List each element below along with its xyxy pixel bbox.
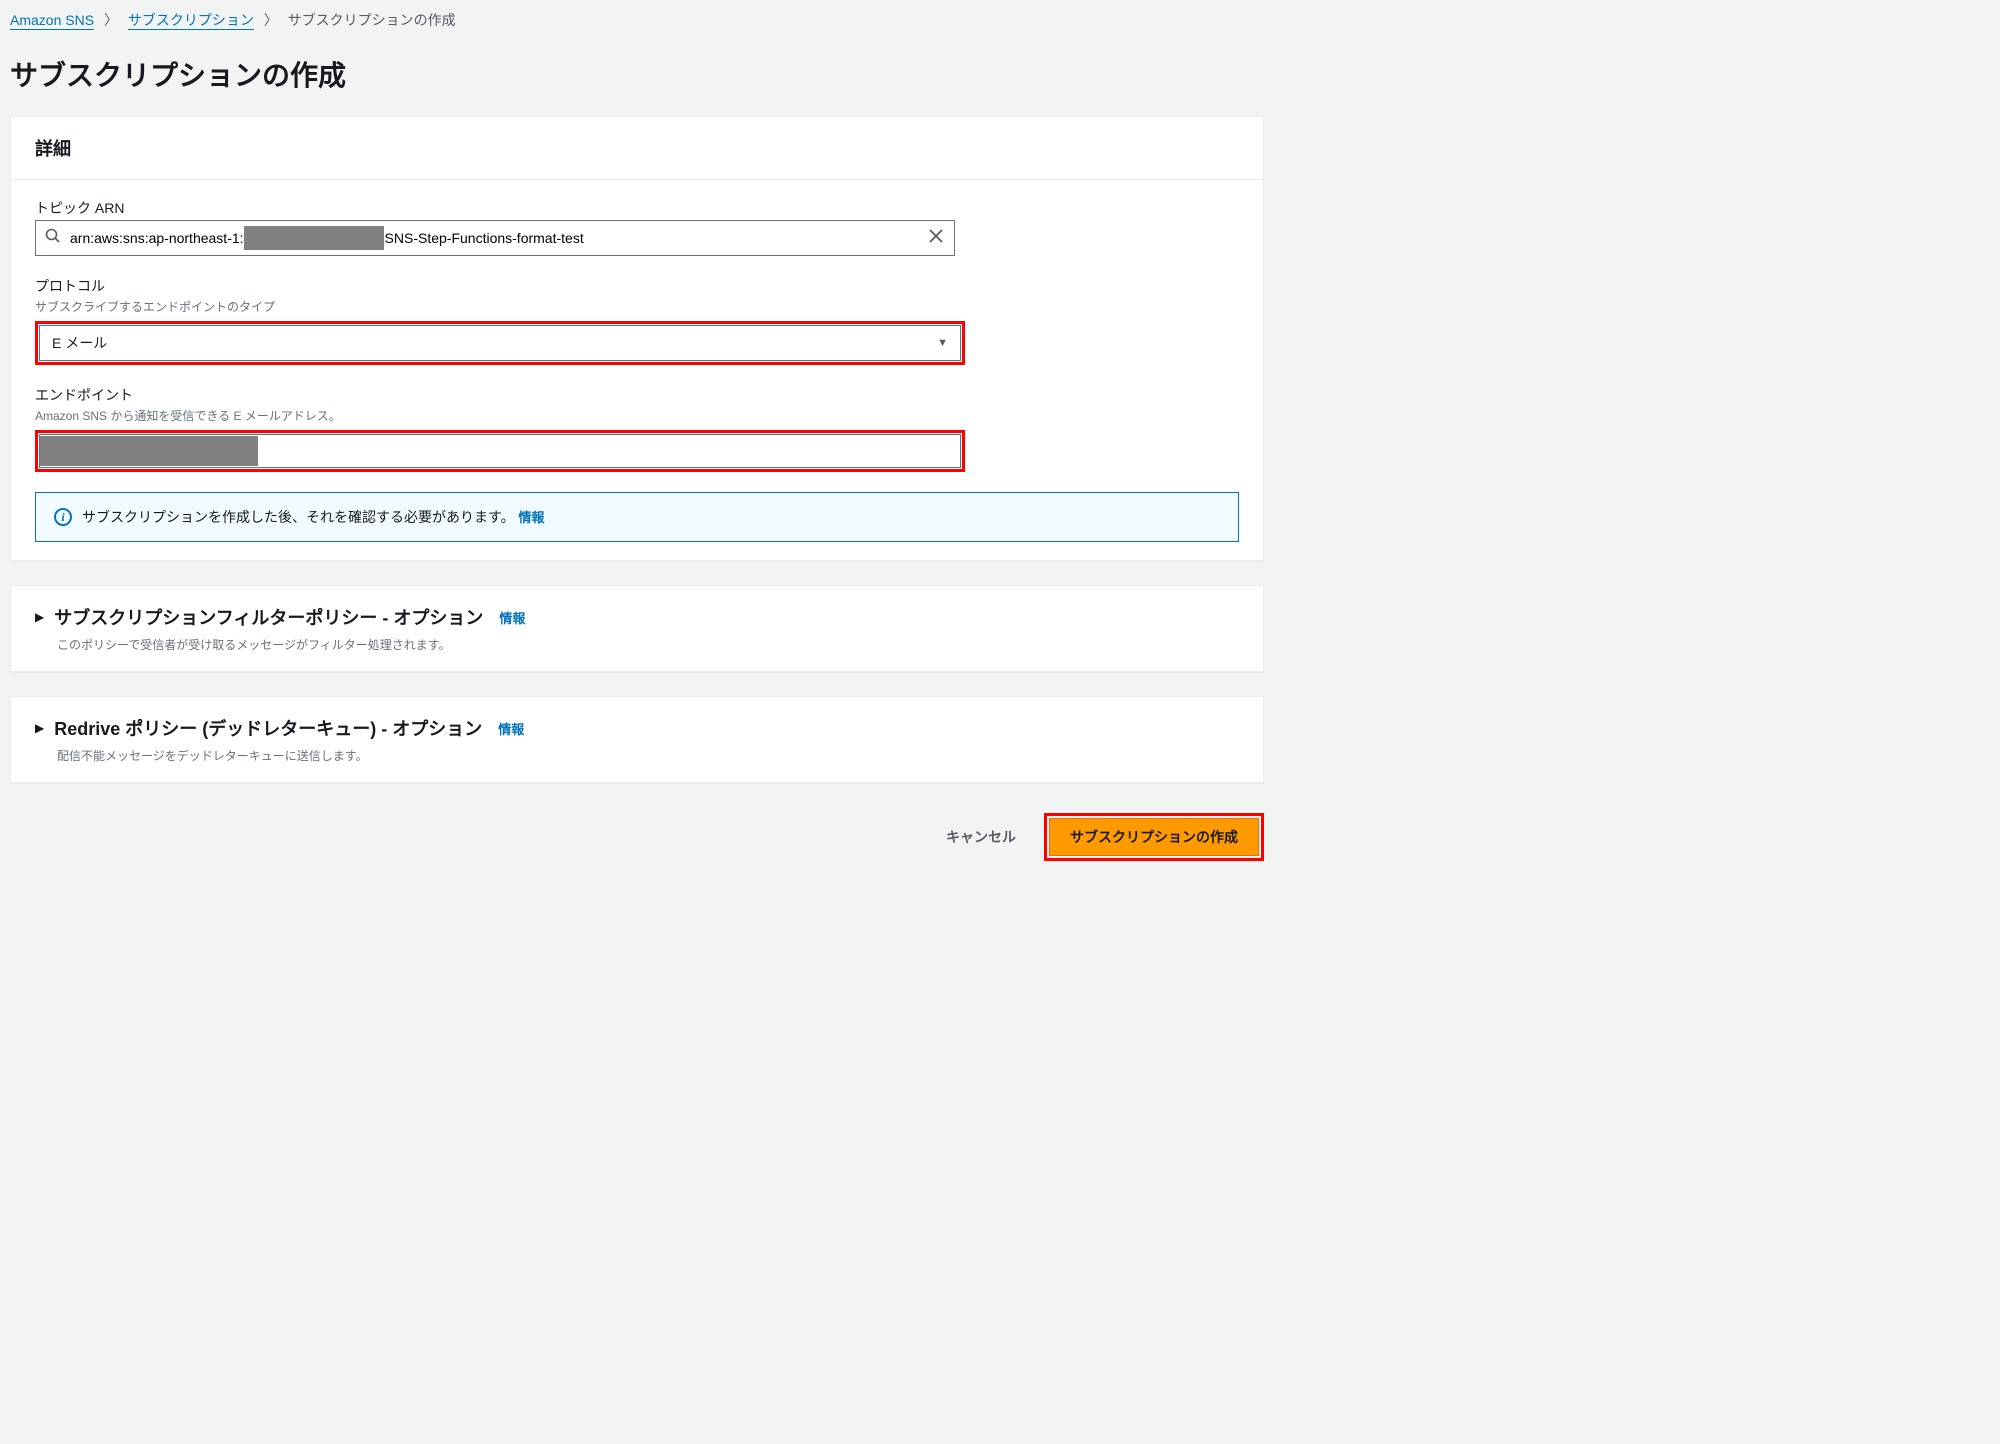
endpoint-group: エンドポイント Amazon SNS から通知を受信できる E メールアドレス。 bbox=[35, 385, 1239, 472]
redrive-policy-description: 配信不能メッセージをデッドレターキューに送信します。 bbox=[57, 747, 1239, 764]
protocol-hint: サブスクライブするエンドポイントのタイプ bbox=[35, 298, 1239, 315]
create-subscription-button[interactable]: サブスクリプションの作成 bbox=[1049, 818, 1259, 856]
endpoint-input[interactable] bbox=[39, 434, 961, 468]
filter-policy-info-link[interactable]: 情報 bbox=[499, 608, 525, 627]
protocol-label: プロトコル bbox=[35, 276, 1239, 296]
redrive-policy-panel: ▶ Redrive ポリシー (デッドレターキュー) - オプション 情報 配信… bbox=[10, 696, 1264, 783]
redrive-policy-info-link[interactable]: 情報 bbox=[498, 719, 524, 738]
filter-policy-description: このポリシーで受信者が受け取るメッセージがフィルター処理されます。 bbox=[57, 636, 1239, 653]
search-icon bbox=[36, 228, 70, 249]
protocol-group: プロトコル サブスクライブするエンドポイントのタイプ E メール ▼ bbox=[35, 276, 1239, 365]
chevron-right-icon: 〉 bbox=[264, 12, 278, 28]
topic-arn-input[interactable]: arn:aws:sns:ap-northeast-1: SNS-Step-Fun… bbox=[35, 220, 955, 256]
endpoint-label: エンドポイント bbox=[35, 385, 1239, 405]
topic-arn-label: トピック ARN bbox=[35, 198, 1239, 218]
arn-suffix: SNS-Step-Functions-format-test bbox=[385, 230, 584, 246]
confirm-info-link[interactable]: 情報 bbox=[519, 510, 545, 525]
arn-redacted-account bbox=[244, 226, 384, 250]
redrive-policy-toggle[interactable]: ▶ Redrive ポリシー (デッドレターキュー) - オプション 情報 bbox=[35, 715, 1239, 741]
triangle-right-icon: ▶ bbox=[35, 721, 44, 735]
breadcrumb-service-link[interactable]: Amazon SNS bbox=[10, 12, 94, 30]
filter-policy-toggle[interactable]: ▶ サブスクリプションフィルターポリシー - オプション 情報 bbox=[35, 604, 1239, 630]
breadcrumb: Amazon SNS 〉 サブスクリプション 〉 サブスクリプションの作成 bbox=[10, 0, 1264, 36]
details-panel: 詳細 トピック ARN arn:aws:sns:ap-northeast-1: … bbox=[10, 116, 1264, 561]
topic-arn-group: トピック ARN arn:aws:sns:ap-northeast-1: SNS… bbox=[35, 198, 1239, 256]
protocol-value: E メール bbox=[52, 333, 107, 353]
endpoint-hint: Amazon SNS から通知を受信できる E メールアドレス。 bbox=[35, 407, 1239, 424]
protocol-select[interactable]: E メール ▼ bbox=[39, 325, 961, 361]
breadcrumb-current: サブスクリプションの作成 bbox=[288, 12, 456, 28]
arn-prefix: arn:aws:sns:ap-northeast-1: bbox=[70, 230, 244, 246]
footer-actions: キャンセル サブスクリプションの作成 bbox=[10, 807, 1264, 861]
chevron-right-icon: 〉 bbox=[104, 12, 118, 28]
triangle-right-icon: ▶ bbox=[35, 610, 44, 624]
chevron-down-icon: ▼ bbox=[937, 337, 948, 349]
cancel-button[interactable]: キャンセル bbox=[936, 819, 1026, 855]
clear-icon[interactable] bbox=[918, 229, 954, 248]
page-title: サブスクリプションの作成 bbox=[10, 54, 1264, 94]
confirm-info-alert: i サブスクリプションを作成した後、それを確認する必要があります。 情報 bbox=[35, 492, 1239, 542]
filter-policy-title: サブスクリプションフィルターポリシー - オプション bbox=[54, 604, 483, 630]
breadcrumb-section-link[interactable]: サブスクリプション bbox=[128, 12, 254, 30]
endpoint-redacted-value bbox=[40, 436, 258, 466]
info-icon: i bbox=[54, 508, 72, 526]
details-heading: 詳細 bbox=[35, 135, 1239, 161]
redrive-policy-title: Redrive ポリシー (デッドレターキュー) - オプション bbox=[54, 715, 482, 741]
filter-policy-panel: ▶ サブスクリプションフィルターポリシー - オプション 情報 このポリシーで受… bbox=[10, 585, 1264, 672]
confirm-info-message: サブスクリプションを作成した後、それを確認する必要があります。 bbox=[82, 509, 515, 525]
